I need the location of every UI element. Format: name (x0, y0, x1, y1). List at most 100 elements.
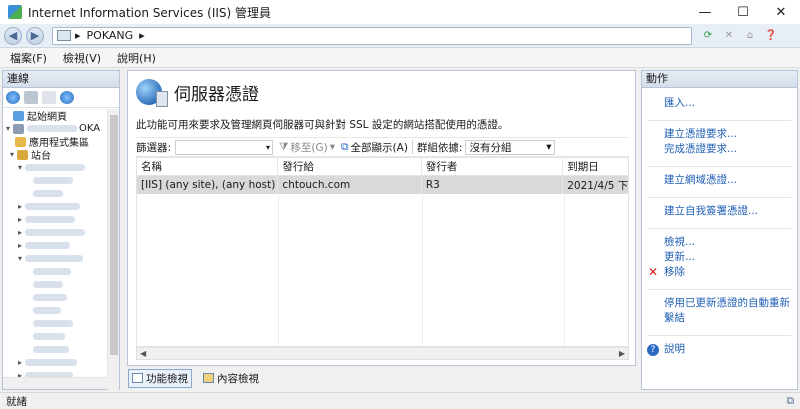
connections-tree[interactable]: 起始網頁 ▾ OKA 應用程式集區 ▾ 站台 ▾ ▸ ▸ ▸ ▸ ▾ ▸ ▸ (3, 109, 108, 391)
minimize-button[interactable]: — (686, 0, 724, 24)
scroll-right-icon[interactable]: ▶ (619, 349, 625, 358)
remove-x-icon: ✕ (648, 265, 659, 279)
connect-server-icon[interactable] (60, 91, 74, 104)
funnel-icon: ⧩ (279, 140, 289, 153)
tree-item-site[interactable]: ▸ (3, 356, 108, 369)
tree-item-site[interactable] (3, 343, 108, 356)
tree-item-site[interactable]: ▸ (3, 200, 108, 213)
feature-description: 此功能可用來要求及管理網頁伺服器可與針對 SSL 設定的網站搭配使用的憑證。 (136, 119, 509, 131)
view-tabs: 功能檢視 內容檢視 (128, 368, 262, 388)
actions-header: 動作 (642, 71, 797, 88)
address-bar: ◀ ▶ ▸ POKANG ▸ ⟳ ✕ ⌂ ❓ (0, 24, 800, 48)
connections-pane: 連線 起始網頁 ▾ OKA 應用程式集區 ▾ 站台 ▾ ▸ ▸ ▸ ▸ ▾ ▸ … (2, 70, 120, 391)
action-renew[interactable]: 更新... (642, 250, 797, 265)
status-bar: 就緒 ⧉ (0, 392, 800, 409)
breadcrumb-server[interactable]: POKANG (87, 29, 134, 42)
sites-icon (17, 149, 28, 160)
column-header-name[interactable]: 名稱 (137, 158, 279, 175)
chevron-down-icon[interactable]: ▾ (3, 124, 13, 133)
tree-vertical-scrollbar[interactable] (107, 109, 119, 391)
help-icon: ? (647, 344, 659, 356)
breadcrumb-arrow: ▸ (139, 29, 145, 42)
tree-item-site[interactable] (3, 265, 108, 278)
server-certificates-icon (136, 79, 168, 107)
chevron-down-icon[interactable]: ▾ (7, 150, 17, 159)
chevron-down-icon: ▾ (266, 142, 271, 152)
tree-item-site[interactable] (3, 187, 108, 200)
tab-features-view[interactable]: 功能檢視 (128, 368, 192, 388)
up-icon[interactable] (42, 91, 56, 104)
tree-item-site[interactable] (3, 278, 108, 291)
feature-pane: 伺服器憑證 此功能可用來要求及管理網頁伺服器可與針對 SSL 設定的網站搭配使用… (127, 70, 636, 366)
action-import[interactable]: 匯入... (642, 96, 797, 111)
save-icon[interactable] (24, 91, 38, 104)
forward-icon[interactable]: ▶ (26, 26, 44, 45)
column-header-issued-to[interactable]: 發行給 (278, 158, 422, 175)
action-create-domain-cert[interactable]: 建立網域憑證... (642, 173, 797, 188)
table-header: 名稱 發行給 發行者 到期日 (137, 158, 628, 176)
action-help[interactable]: ? 說明 (642, 342, 797, 357)
tree-item-site[interactable]: ▸ (3, 213, 108, 226)
menu-view[interactable]: 檢視(V) (63, 50, 101, 66)
chevron-down-icon: ▾ (546, 141, 552, 153)
tree-item-app-pools[interactable]: 應用程式集區 (3, 135, 108, 149)
start-page-icon (13, 110, 24, 121)
maximize-button[interactable]: ☐ (724, 0, 762, 24)
action-remove[interactable]: ✕ 移除 (642, 265, 797, 280)
tree-item-site[interactable] (3, 317, 108, 330)
breadcrumb-arrow: ▸ (75, 29, 81, 42)
filter-label: 篩選器: (136, 141, 172, 154)
scrollbar-thumb[interactable] (110, 115, 118, 355)
stop-icon[interactable]: ✕ (721, 29, 737, 43)
go-button[interactable]: ⧩ 移至(G) ▾ (279, 140, 335, 155)
tree-item-site[interactable] (3, 330, 108, 343)
back-icon[interactable]: ◀ (4, 26, 22, 45)
tree-item-site[interactable] (3, 304, 108, 317)
home-icon[interactable]: ⌂ (742, 29, 758, 43)
tree-item-site[interactable]: ▾ (3, 252, 108, 265)
connections-header: 連線 (3, 71, 119, 88)
breadcrumb[interactable]: ▸ POKANG ▸ (52, 26, 692, 45)
action-view[interactable]: 檢視... (642, 235, 797, 250)
filter-input[interactable]: ▾ (175, 139, 274, 155)
table-row[interactable]: [IIS] (any site), (any host) @ 2... chto… (137, 176, 628, 194)
action-disable-rebind[interactable]: 停用已更新憑證的自動重新繫結 (642, 296, 797, 326)
action-create-request[interactable]: 建立憑證要求... (642, 127, 797, 142)
tab-content-view[interactable]: 內容檢視 (200, 370, 262, 387)
connect-icon[interactable] (6, 91, 20, 104)
menu-help[interactable]: 說明(H) (117, 50, 156, 66)
tree-item-site[interactable]: ▸ (3, 226, 108, 239)
iis-app-icon (8, 5, 22, 19)
table-horizontal-scrollbar[interactable]: ◀ ▶ (136, 347, 629, 360)
menu-file[interactable]: 檔案(F) (10, 50, 47, 66)
page-title: 伺服器憑證 (174, 84, 259, 105)
tree-item-site[interactable] (3, 174, 108, 187)
refresh-icon[interactable]: ⟳ (700, 29, 716, 43)
cell-expiration: 2021/4/5 下午 (567, 179, 628, 192)
tree-item-site[interactable]: ▸ (3, 239, 108, 252)
scroll-left-icon[interactable]: ◀ (140, 349, 146, 358)
tree-item-site[interactable]: ▾ (3, 161, 108, 174)
cell-issued-to: chtouch.com (278, 176, 422, 194)
tree-item-start-page[interactable]: 起始網頁 (3, 109, 108, 123)
chevron-down-icon: ▾ (329, 141, 336, 153)
column-header-expiration[interactable]: 到期日 (563, 158, 628, 175)
filter-bar: 篩選器: ▾ ⧩ 移至(G) ▾ ⧉ 全部顯示(A) 群組依據: 沒有分組 ▾ (136, 137, 629, 157)
cell-name: [IIS] (any site), (any host) @ 2... (137, 176, 279, 194)
tree-item-sites[interactable]: ▾ 站台 (3, 148, 108, 162)
tree-item-site[interactable] (3, 291, 108, 304)
group-by-select[interactable]: 沒有分組 ▾ (465, 139, 556, 155)
column-header-issuer[interactable]: 發行者 (422, 158, 564, 175)
connections-toolbar (3, 88, 119, 108)
show-all-icon: ⧉ (341, 140, 349, 153)
computer-icon (57, 30, 71, 41)
tree-horizontal-scrollbar[interactable] (3, 377, 108, 389)
server-icon (13, 123, 24, 134)
close-button[interactable]: ✕ (762, 0, 800, 24)
action-complete-request[interactable]: 完成憑證要求... (642, 142, 797, 157)
help-icon[interactable]: ❓ (763, 29, 779, 43)
action-create-self-signed[interactable]: 建立自我簽署憑證... (642, 204, 797, 219)
actions-pane: 動作 匯入... 建立憑證要求... 完成憑證要求... 建立網域憑證... 建… (641, 70, 798, 390)
show-all-button[interactable]: ⧉ 全部顯示(A) (341, 140, 408, 155)
status-text: 就緒 (6, 395, 27, 408)
